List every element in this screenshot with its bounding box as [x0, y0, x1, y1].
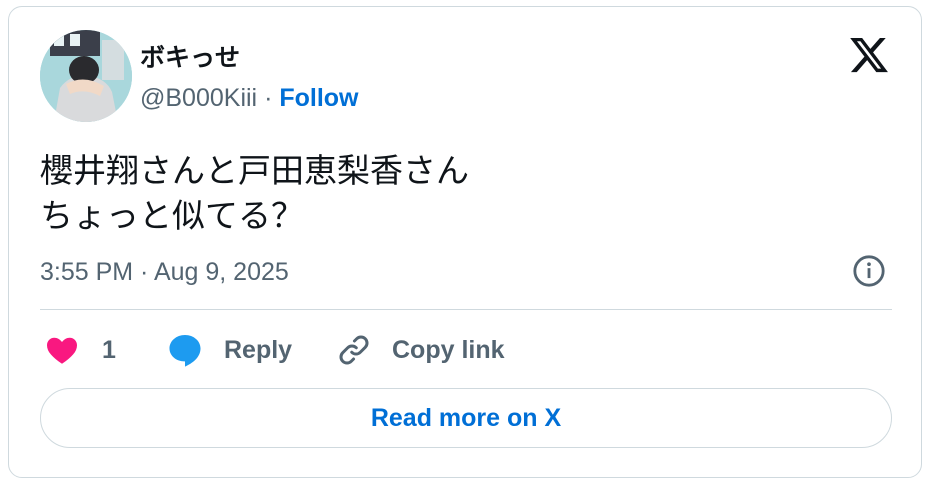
copy-link-button[interactable]: Copy link [336, 330, 505, 370]
speech-bubble-icon [169, 334, 201, 367]
avatar[interactable] [40, 30, 132, 122]
divider [40, 309, 892, 310]
tweet-timestamp[interactable]: 3:55 PM · Aug 9, 2025 [40, 258, 289, 287]
like-count: 1 [102, 335, 116, 364]
author-handle-row: @B000Kiii · Follow [140, 84, 359, 113]
copy-link-label: Copy link [392, 335, 505, 364]
x-logo-icon[interactable] [848, 34, 890, 76]
read-more-button[interactable]: Read more on X [40, 388, 892, 448]
separator-dot: · [264, 84, 273, 112]
reply-label: Reply [224, 335, 293, 364]
follow-button[interactable]: Follow [279, 84, 358, 112]
like-button[interactable]: 1 [44, 330, 116, 370]
avatar-illustration [40, 30, 132, 122]
author-handle[interactable]: @B000Kiii [140, 84, 257, 112]
link-icon [339, 335, 369, 365]
info-icon[interactable] [852, 254, 886, 288]
author-display-name[interactable]: ボキっせ [140, 38, 240, 74]
tweet-text: 櫻井翔さんと戸田恵梨香さん ちょっと似てる？ [40, 151, 469, 235]
reply-button[interactable]: Reply [166, 330, 292, 370]
heart-icon [47, 337, 77, 364]
